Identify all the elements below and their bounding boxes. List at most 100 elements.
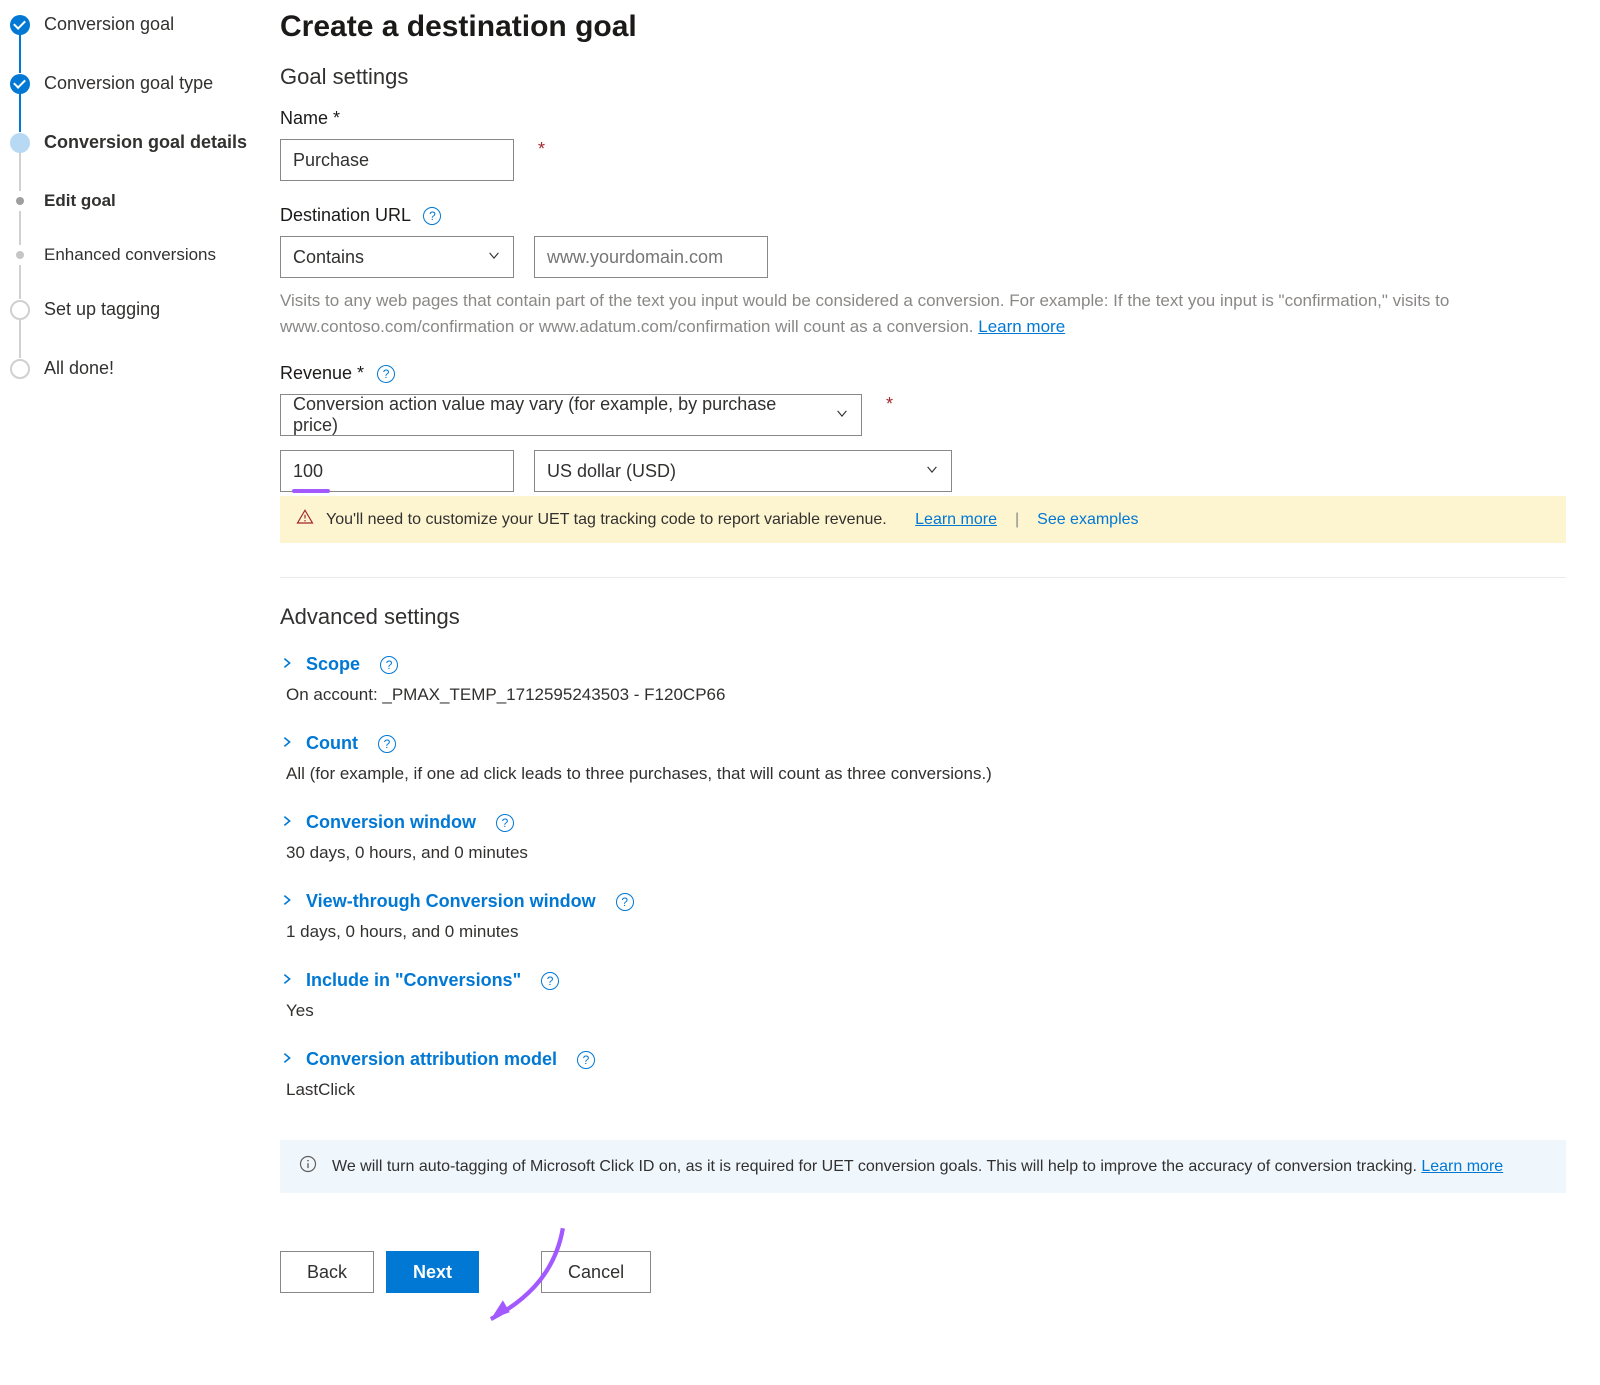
adv-view-through-toggle[interactable]: View-through Conversion window ? xyxy=(280,891,1566,912)
adv-attribution-model: Conversion attribution model ? LastClick xyxy=(280,1049,1566,1100)
learn-more-link[interactable]: Learn more xyxy=(978,317,1065,336)
revenue-label: Revenue * ? xyxy=(280,363,1566,384)
adv-conversion-window-toggle[interactable]: Conversion window ? xyxy=(280,812,1566,833)
substep-dot-icon xyxy=(16,197,24,205)
help-icon[interactable]: ? xyxy=(378,735,396,753)
currency-select[interactable]: US dollar (USD) xyxy=(534,450,952,492)
name-field: Name * * xyxy=(280,108,1566,181)
chevron-down-icon xyxy=(925,461,939,482)
match-type-value: Contains xyxy=(293,247,364,268)
auto-tagging-learn-more-link[interactable]: Learn more xyxy=(1421,1158,1503,1175)
adv-include-toggle[interactable]: Include in "Conversions" ? xyxy=(280,970,1566,991)
chevron-right-icon xyxy=(280,972,294,989)
substep-enhanced-conversions[interactable]: Enhanced conversions xyxy=(0,245,280,299)
divider xyxy=(280,577,1566,578)
adv-count: Count ? All (for example, if one ad clic… xyxy=(280,733,1566,784)
separator: | xyxy=(1015,511,1019,529)
back-button[interactable]: Back xyxy=(280,1251,374,1293)
step-conversion-goal-type[interactable]: Conversion goal type xyxy=(0,73,280,132)
auto-tagging-info-alert: We will turn auto-tagging of Microsoft C… xyxy=(280,1140,1566,1193)
chevron-right-icon xyxy=(280,1051,294,1068)
adv-scope-value: On account: _PMAX_TEMP_1712595243503 - F… xyxy=(286,685,1566,705)
destination-url-field: Destination URL ? Contains Visits to any… xyxy=(280,205,1566,339)
adv-scope: Scope ? On account: _PMAX_TEMP_171259524… xyxy=(280,654,1566,705)
required-star-icon: * xyxy=(886,394,893,415)
adv-conversion-window: Conversion window ? 30 days, 0 hours, an… xyxy=(280,812,1566,863)
adv-count-label: Count xyxy=(306,733,358,754)
step-label: Conversion goal xyxy=(44,14,174,35)
chevron-right-icon xyxy=(280,656,294,673)
revenue-type-value: Conversion action value may vary (for ex… xyxy=(293,394,825,436)
annotation-underline xyxy=(292,489,330,493)
chevron-down-icon xyxy=(835,405,849,426)
adv-attribution-value: LastClick xyxy=(286,1080,1566,1100)
uet-see-examples-link[interactable]: See examples xyxy=(1037,511,1138,529)
help-icon[interactable]: ? xyxy=(380,656,398,674)
destination-url-label-text: Destination URL xyxy=(280,205,410,225)
adv-view-through-window: View-through Conversion window ? 1 days,… xyxy=(280,891,1566,942)
uet-warning-text: You'll need to customize your UET tag tr… xyxy=(326,511,887,529)
revenue-type-select[interactable]: Conversion action value may vary (for ex… xyxy=(280,394,862,436)
advanced-settings-heading: Advanced settings xyxy=(280,604,1566,630)
destination-url-helper: Visits to any web pages that contain par… xyxy=(280,288,1566,339)
auto-tagging-text: We will turn auto-tagging of Microsoft C… xyxy=(332,1158,1421,1175)
chevron-right-icon xyxy=(280,735,294,752)
step-label: All done! xyxy=(44,358,114,379)
cancel-button[interactable]: Cancel xyxy=(541,1251,651,1293)
adv-view-through-label: View-through Conversion window xyxy=(306,891,596,912)
substep-dot-icon xyxy=(16,251,24,259)
info-circle-icon xyxy=(298,1154,318,1179)
helper-text-body: Visits to any web pages that contain par… xyxy=(280,291,1449,336)
page-title: Create a destination goal xyxy=(280,10,1566,44)
next-button[interactable]: Next xyxy=(386,1251,479,1293)
step-conversion-goal-details[interactable]: Conversion goal details xyxy=(0,132,280,191)
main-content: Create a destination goal Goal settings … xyxy=(280,10,1600,1293)
currency-value: US dollar (USD) xyxy=(547,461,676,482)
check-icon xyxy=(10,74,30,94)
adv-count-toggle[interactable]: Count ? xyxy=(280,733,1566,754)
adv-scope-label: Scope xyxy=(306,654,360,675)
step-set-up-tagging[interactable]: Set up tagging xyxy=(0,299,280,358)
name-label: Name * xyxy=(280,108,1566,129)
adv-include-label: Include in "Conversions" xyxy=(306,970,521,991)
current-step-icon xyxy=(10,133,30,153)
substep-edit-goal[interactable]: Edit goal xyxy=(0,191,280,245)
help-icon[interactable]: ? xyxy=(577,1051,595,1069)
future-step-icon xyxy=(10,300,30,320)
adv-view-through-value: 1 days, 0 hours, and 0 minutes xyxy=(286,922,1566,942)
chevron-right-icon xyxy=(280,893,294,910)
chevron-right-icon xyxy=(280,814,294,831)
adv-attribution-toggle[interactable]: Conversion attribution model ? xyxy=(280,1049,1566,1070)
future-step-icon xyxy=(10,359,30,379)
adv-count-value: All (for example, if one ad click leads … xyxy=(286,764,1566,784)
step-label: Set up tagging xyxy=(44,299,160,320)
help-icon[interactable]: ? xyxy=(377,365,395,383)
progress-stepper: Conversion goal Conversion goal type Con… xyxy=(0,10,280,1293)
step-label: Conversion goal type xyxy=(44,73,213,94)
match-type-select[interactable]: Contains xyxy=(280,236,514,278)
destination-url-input[interactable] xyxy=(534,236,768,278)
uet-learn-more-link[interactable]: Learn more xyxy=(915,511,997,529)
adv-scope-toggle[interactable]: Scope ? xyxy=(280,654,1566,675)
goal-settings-heading: Goal settings xyxy=(280,64,1566,90)
step-label: Enhanced conversions xyxy=(44,245,216,265)
help-icon[interactable]: ? xyxy=(616,893,634,911)
destination-url-label: Destination URL ? xyxy=(280,205,1566,226)
name-input[interactable] xyxy=(280,139,514,181)
adv-include-in-conversions: Include in "Conversions" ? Yes xyxy=(280,970,1566,1021)
chevron-down-icon xyxy=(487,247,501,268)
revenue-field: Revenue * ? Conversion action value may … xyxy=(280,363,1566,492)
help-icon[interactable]: ? xyxy=(541,972,559,990)
warning-triangle-icon xyxy=(296,508,314,531)
step-conversion-goal[interactable]: Conversion goal xyxy=(0,14,280,73)
uet-warning-alert: You'll need to customize your UET tag tr… xyxy=(280,496,1566,543)
adv-conversion-window-value: 30 days, 0 hours, and 0 minutes xyxy=(286,843,1566,863)
revenue-label-text: Revenue * xyxy=(280,363,364,383)
step-all-done[interactable]: All done! xyxy=(0,358,280,417)
step-label: Edit goal xyxy=(44,191,116,211)
check-icon xyxy=(10,15,30,35)
revenue-value-input[interactable] xyxy=(280,450,514,492)
help-icon[interactable]: ? xyxy=(496,814,514,832)
help-icon[interactable]: ? xyxy=(423,207,441,225)
required-star-icon: * xyxy=(538,139,545,160)
